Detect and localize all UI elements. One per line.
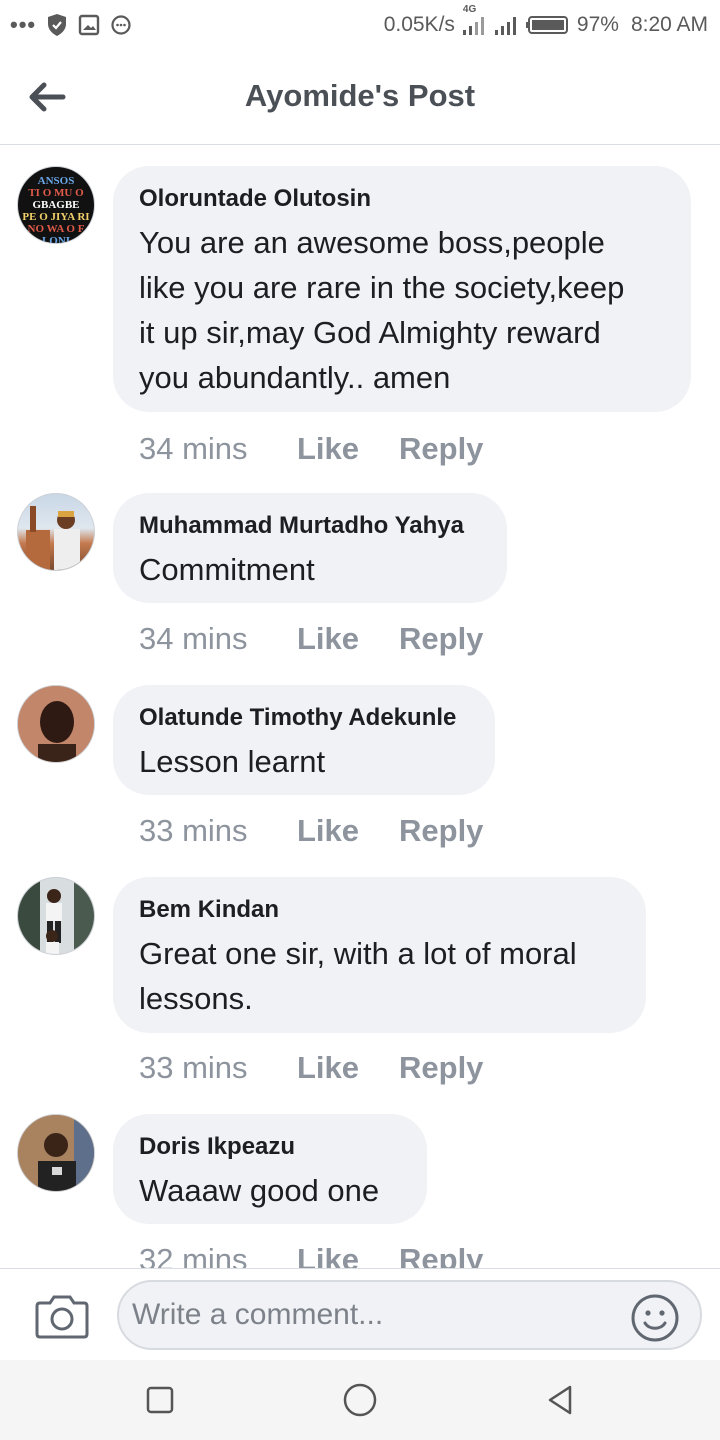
signal-4g-icon: 4G [461,4,487,36]
battery-icon [525,14,571,36]
comment-time[interactable]: 33 mins [139,813,297,849]
avatar[interactable] [17,685,95,763]
smiley-icon [631,1294,679,1342]
avatar[interactable]: ANSOS TI O MU O GBAGBE PE O JIYA RI NO W… [17,166,95,244]
shield-icon [46,13,68,37]
avatar-text: ANSOS [37,175,75,187]
like-button[interactable]: Like [297,431,399,467]
like-button[interactable]: Like [297,1050,399,1086]
status-bar-right: 0.05K/s 4G 97% 8:20 AM [383,4,708,37]
camera-button[interactable] [34,1291,90,1341]
system-nav-bar [0,1360,720,1440]
comment-author[interactable]: Oloruntade Olutosin [139,184,665,214]
comment-time[interactable]: 32 mins [139,1242,297,1268]
back-triangle-icon [548,1385,572,1415]
signal-icon [493,14,519,36]
reply-button[interactable]: Reply [399,1050,483,1086]
battery-percent: 97% [576,13,619,36]
comment-text-line: you abundantly.. amen [139,360,451,395]
emoji-button[interactable] [630,1293,680,1343]
page-title: Ayomide's Post [244,78,476,113]
reply-button[interactable]: Reply [399,1242,483,1268]
comment-bubble[interactable]: Muhammad Murtadho Yahya Commitment [113,493,507,603]
like-button[interactable]: Like [297,1242,399,1268]
camera-icon [35,1295,89,1339]
network-speed: 0.05K/s [383,13,455,36]
comments-list: ANSOS TI O MU O GBAGBE PE O JIYA RI NO W… [0,145,720,1268]
comment-text-line: like you are rare in the society,keep [139,270,625,305]
recents-square-icon [146,1386,174,1414]
reply-button[interactable]: Reply [399,621,483,657]
messenger-icon [110,14,132,36]
comment-author[interactable]: Muhammad Murtadho Yahya [139,511,481,541]
person-icon [18,1115,94,1191]
comment-text: You are an awesome boss,people like you … [139,220,665,400]
comment-text: Commitment [139,547,481,592]
comment-text: Great one sir, with a lot of moral lesso… [139,931,620,1021]
comment-time[interactable]: 33 mins [139,1050,297,1086]
avatar[interactable] [17,1114,95,1192]
comment-input[interactable] [117,1280,702,1350]
comment-text: Waaaw good one [139,1168,401,1213]
comment-author[interactable]: Doris Ikpeazu [139,1132,401,1162]
comment-bubble[interactable]: Bem Kindan Great one sir, with a lot of … [113,877,646,1033]
reply-button[interactable]: Reply [399,431,483,467]
status-bar: ••• 0.05K/s 4G 97% 8:20 AM [0,0,720,50]
comment-text: Lesson learnt [139,739,469,784]
comment-text-line: Lesson learnt [139,744,326,779]
person-icon [26,506,80,570]
comment-bubble[interactable]: Doris Ikpeazu Waaaw good one [113,1114,427,1224]
avatar-text: TI O MU O [28,187,84,199]
comment-text-line: Commitment [139,552,315,587]
recents-button[interactable] [140,1380,180,1420]
comment-text-line: lessons. [139,981,253,1016]
avatar[interactable] [17,877,95,955]
avatar-text: PE O JIYA RI [22,211,90,223]
like-button[interactable]: Like [297,813,399,849]
clock: 8:20 AM [630,13,708,36]
comment-bubble[interactable]: Oloruntade Olutosin You are an awesome b… [113,166,691,412]
person-icon [18,878,94,954]
post-header: Ayomide's Post [0,50,720,145]
comment-text-line: Waaaw good one [139,1173,380,1208]
avatar-text: NO WA O F [27,223,85,235]
comment-composer [0,1268,720,1360]
reply-button[interactable]: Reply [399,813,483,849]
home-circle-icon [343,1383,377,1417]
comment-meta: 34 mins Like Reply [139,621,483,657]
comment-text-line: Great one sir, with a lot of moral [139,936,577,971]
home-button[interactable] [340,1380,380,1420]
comment-meta: 33 mins Like Reply [139,813,483,849]
comment-meta: 34 mins Like Reply [139,431,483,467]
avatar[interactable] [17,493,95,571]
like-button[interactable]: Like [297,621,399,657]
comment-text-line: You are an awesome boss,people [139,225,605,260]
network-type-label: 4G [462,4,477,15]
comment-time[interactable]: 34 mins [139,431,297,467]
comment-author[interactable]: Olatunde Timothy Adekunle [139,703,469,733]
avatar-text: LONI [41,235,71,244]
comment-bubble[interactable]: Olatunde Timothy Adekunle Lesson learnt [113,685,495,795]
comment-meta: 33 mins Like Reply [139,1050,483,1086]
back-nav-button[interactable] [540,1380,580,1420]
person-icon [18,686,94,762]
gallery-icon [78,14,100,36]
comment-text-line: it up sir,may God Almighty reward [139,315,601,350]
status-bar-left: ••• [10,12,132,38]
avatar-text: GBAGBE [32,199,80,211]
comment-time[interactable]: 34 mins [139,621,297,657]
comment-meta: 32 mins Like Reply [139,1242,483,1268]
comment-author[interactable]: Bem Kindan [139,895,620,925]
more-dots-icon: ••• [10,12,37,37]
